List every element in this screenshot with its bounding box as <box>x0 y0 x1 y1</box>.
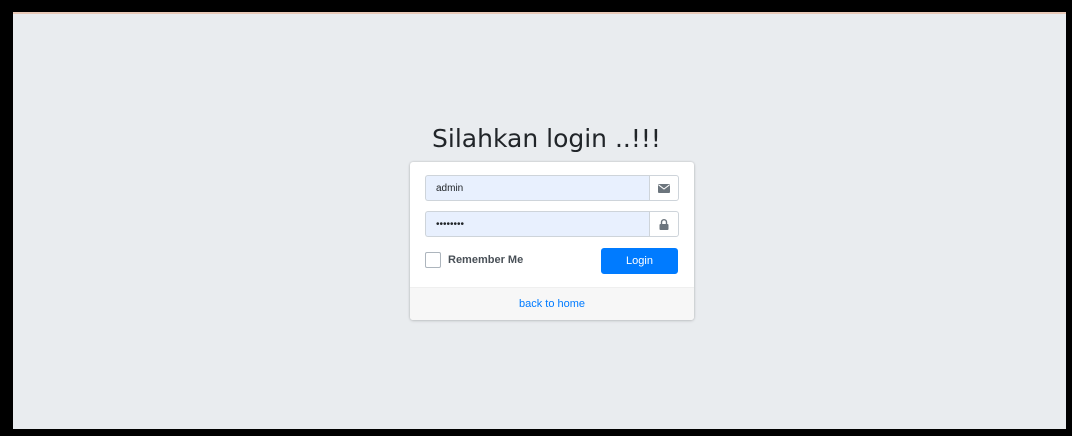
password-group <box>425 211 679 237</box>
remember-me-label: Remember Me <box>448 254 524 266</box>
password-input[interactable] <box>425 211 649 237</box>
remember-me[interactable]: Remember Me <box>425 251 523 269</box>
login-card-body: Remember Me Login <box>410 162 694 288</box>
username-group <box>425 175 679 201</box>
back-to-home-link[interactable]: back to home <box>519 298 585 310</box>
remember-me-checkbox[interactable] <box>425 252 441 268</box>
username-input[interactable] <box>425 175 649 201</box>
envelope-icon <box>649 175 679 201</box>
login-card-footer: back to home <box>410 287 694 320</box>
login-button[interactable]: Login <box>601 248 678 274</box>
page-title: Silahkan login ..!!! <box>432 124 661 153</box>
lock-icon <box>649 211 679 237</box>
page-background: Silahkan login ..!!! admin Remember Me L… <box>13 12 1066 429</box>
login-card: Remember Me Login back to home <box>410 162 694 320</box>
